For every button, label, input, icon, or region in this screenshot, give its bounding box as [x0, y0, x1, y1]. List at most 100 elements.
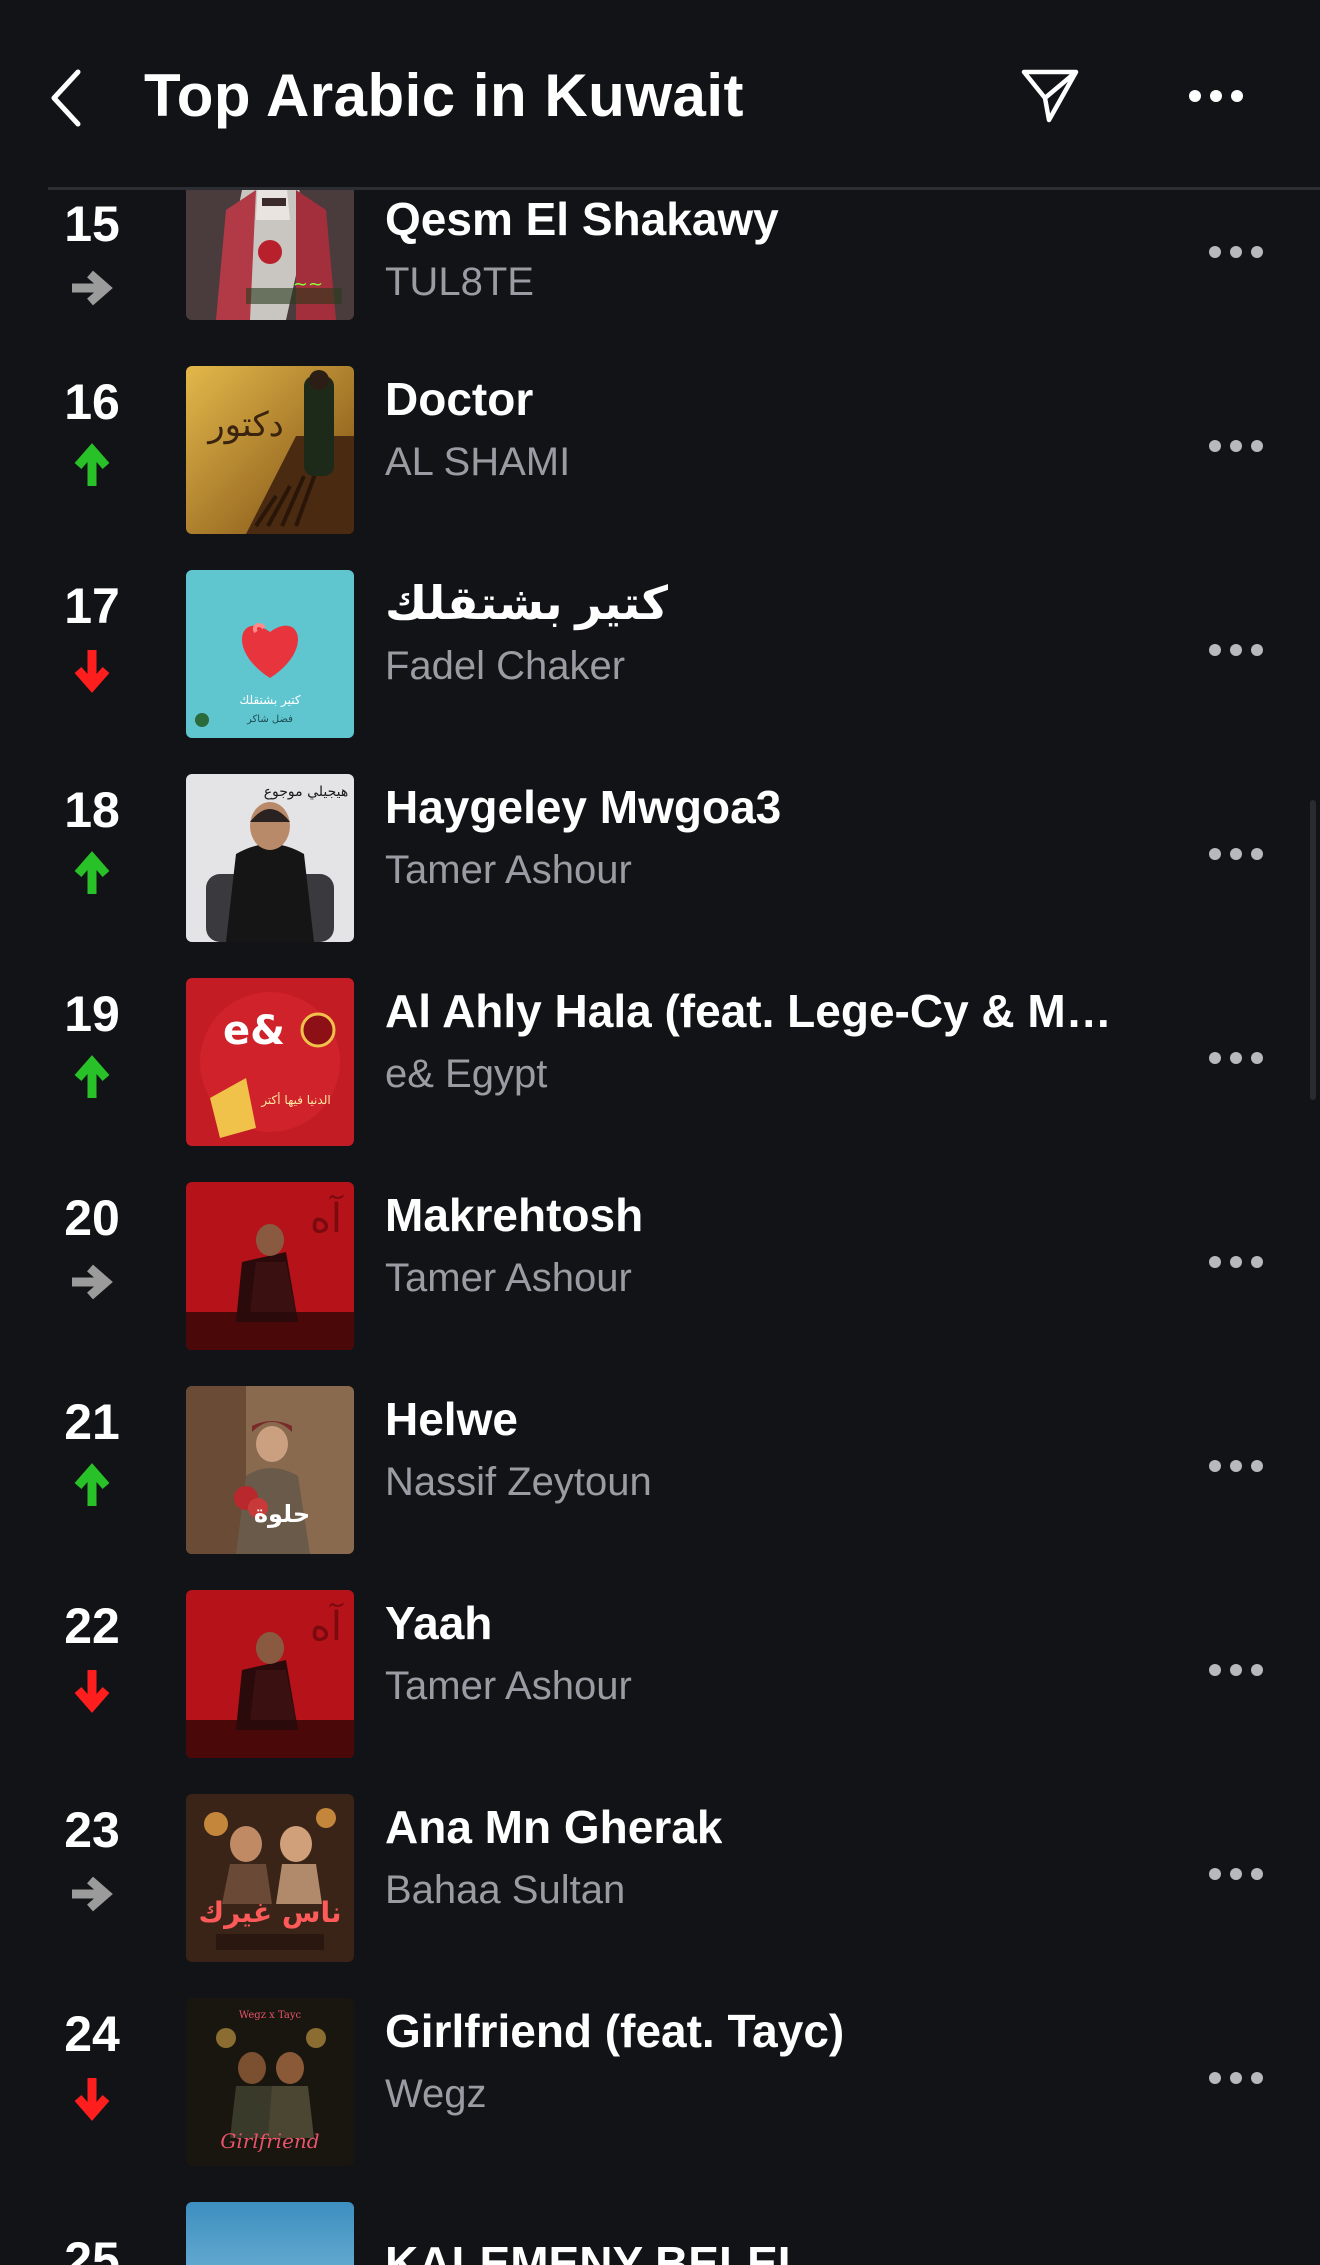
track-title: Qesm El Shakawy	[385, 193, 779, 245]
rank-number: 17	[64, 578, 120, 634]
more-horizontal-icon	[1189, 90, 1243, 102]
share-button[interactable]	[1016, 62, 1084, 130]
track-more-button[interactable]	[1192, 1430, 1280, 1502]
svg-text:Girlfriend: Girlfriend	[220, 2129, 319, 2153]
more-horizontal-icon	[1209, 246, 1263, 258]
track-more-button[interactable]	[1192, 614, 1280, 686]
album-art[interactable]: حلوة	[186, 1386, 354, 1554]
track-row[interactable]: 16 دكتور Doctor AL SHAMI	[0, 366, 1320, 570]
track-row[interactable]: 24 Girlfriend Wegz x Tayc Girlfriend (fe…	[0, 1998, 1320, 2202]
more-options-button[interactable]	[1176, 62, 1256, 130]
track-artist: Tamer Ashour	[385, 1664, 632, 1708]
chevron-left-icon	[51, 69, 81, 127]
more-horizontal-icon	[1209, 1460, 1263, 1472]
rank-number: 18	[64, 782, 120, 838]
svg-text:ناس غيرك: ناس غيرك	[198, 1896, 341, 1929]
track-row[interactable]: 17 كتير بشتقلك فضل شاكر كتير بشتقلك Fade…	[0, 570, 1320, 774]
album-art[interactable]: كتير بشتقلك فضل شاكر	[186, 570, 354, 738]
trend-up-icon	[74, 1055, 110, 1098]
track-artist: Nassif Zeytoun	[385, 1460, 652, 1504]
album-art[interactable]: e& الدنيا فيها أكتر	[186, 978, 354, 1146]
album-art[interactable]: آه	[186, 1590, 354, 1758]
track-more-button[interactable]	[1192, 1022, 1280, 1094]
rank-number: 25	[64, 2232, 120, 2265]
track-more-button[interactable]	[1192, 216, 1280, 288]
track-title: Girlfriend (feat. Tayc)	[385, 2005, 845, 2057]
paper-plane-icon	[1021, 69, 1079, 123]
track-artist: Tamer Ashour	[385, 848, 632, 892]
rank-number: 16	[64, 374, 120, 430]
svg-text:دكتور: دكتور	[206, 405, 284, 445]
more-horizontal-icon	[1209, 440, 1263, 452]
scrollbar[interactable]	[1310, 800, 1316, 1100]
album-art[interactable]: هيجيلي موجوع	[186, 774, 354, 942]
track-title: Ana Mn Gherak	[385, 1801, 723, 1853]
trend-up-icon	[74, 443, 110, 486]
track-row[interactable]: 21 حلوة Helwe Nassif Zeytoun	[0, 1386, 1320, 1590]
svg-text:آه: آه	[310, 1602, 344, 1650]
track-title: Makrehtosh	[385, 1189, 644, 1241]
track-artist: Bahaa Sultan	[385, 1868, 626, 1912]
svg-text:Wegz x Tayc: Wegz x Tayc	[239, 2010, 302, 2021]
track-row[interactable]: 15 ~~ Qesm El Shakawy TUL8TE	[0, 170, 1320, 394]
track-more-button[interactable]	[1192, 410, 1280, 482]
chart-screen: 15 ~~ Qesm El Shakawy TUL8TE 16 دكتور Do…	[0, 0, 1320, 2265]
track-more-button[interactable]	[1192, 1634, 1280, 1706]
track-title: KALEMENY BELEL	[385, 2237, 806, 2265]
svg-text:الدنيا فيها أكتر: الدنيا فيها أكتر	[260, 1092, 330, 1108]
more-horizontal-icon	[1209, 2072, 1263, 2084]
track-row[interactable]: 18 هيجيلي موجوع Haygeley Mwgoa3 Tamer As…	[0, 774, 1320, 978]
track-more-button[interactable]	[1192, 1838, 1280, 1910]
svg-text:فضل شاكر: فضل شاكر	[246, 714, 293, 725]
svg-text:e&: e&	[223, 1008, 285, 1054]
track-title: Doctor	[385, 373, 534, 425]
rank-number: 15	[64, 196, 120, 252]
trend-down-icon	[74, 1670, 110, 1713]
top-bar: Top Arabic in Kuwait	[0, 0, 1320, 190]
trend-down-icon	[74, 2078, 110, 2121]
track-title: Yaah	[385, 1597, 493, 1649]
rank-number: 23	[64, 1802, 120, 1858]
album-art[interactable]: ناس غيرك	[186, 1794, 354, 1962]
album-art[interactable]	[186, 2202, 354, 2265]
rank-number: 22	[64, 1598, 120, 1654]
track-title: كتير بشتقلك	[385, 577, 669, 629]
more-horizontal-icon	[1209, 1868, 1263, 1880]
track-artist: Fadel Chaker	[385, 644, 626, 688]
svg-text:كتير بشتقلك: كتير بشتقلك	[239, 693, 301, 708]
more-horizontal-icon	[1209, 1256, 1263, 1268]
rank-number: 24	[64, 2006, 120, 2062]
track-row[interactable]: 23 ناس غيرك Ana Mn Gherak Bahaa Sultan	[0, 1794, 1320, 1998]
trend-same-icon	[72, 270, 113, 306]
track-title: Haygeley Mwgoa3	[385, 781, 782, 833]
album-art[interactable]: دكتور	[186, 366, 354, 534]
svg-text:هيجيلي موجوع: هيجيلي موجوع	[264, 784, 349, 800]
more-horizontal-icon	[1209, 1052, 1263, 1064]
trend-up-icon	[74, 851, 110, 894]
track-title: Al Ahly Hala (feat. Lege-Cy & Ma...	[385, 985, 1125, 1037]
album-art[interactable]: آه	[186, 1182, 354, 1350]
track-artist: e& Egypt	[385, 1052, 548, 1096]
back-button[interactable]	[40, 58, 92, 138]
trend-down-icon	[74, 650, 110, 693]
rank-number: 19	[64, 986, 120, 1042]
trend-same-icon	[72, 1876, 113, 1912]
trend-same-icon	[72, 1264, 113, 1300]
track-more-button[interactable]	[1192, 818, 1280, 890]
more-horizontal-icon	[1209, 1664, 1263, 1676]
track-artist: Tamer Ashour	[385, 1256, 632, 1300]
more-horizontal-icon	[1209, 848, 1263, 860]
trend-up-icon	[74, 1463, 110, 1506]
track-row[interactable]: 22 آه Yaah Tamer Ashour	[0, 1590, 1320, 1794]
track-row[interactable]: 19 e& الدنيا فيها أكتر Al Ahly Hala (fea…	[0, 978, 1320, 1182]
track-row[interactable]: 20 آه Makrehtosh Tamer Ashour	[0, 1182, 1320, 1386]
album-art[interactable]: ~~	[186, 170, 354, 320]
album-art[interactable]: Girlfriend Wegz x Tayc	[186, 1998, 354, 2166]
track-row[interactable]: 25 KALEMENY BELEL	[0, 2202, 1320, 2265]
track-more-button[interactable]	[1192, 2042, 1280, 2114]
track-more-button[interactable]	[1192, 1226, 1280, 1298]
rank-number: 21	[64, 1394, 120, 1450]
track-list[interactable]: 15 ~~ Qesm El Shakawy TUL8TE 16 دكتور Do…	[0, 0, 1320, 2265]
svg-text:آه: آه	[310, 1194, 344, 1242]
svg-text:حلوة: حلوة	[254, 1500, 310, 1528]
